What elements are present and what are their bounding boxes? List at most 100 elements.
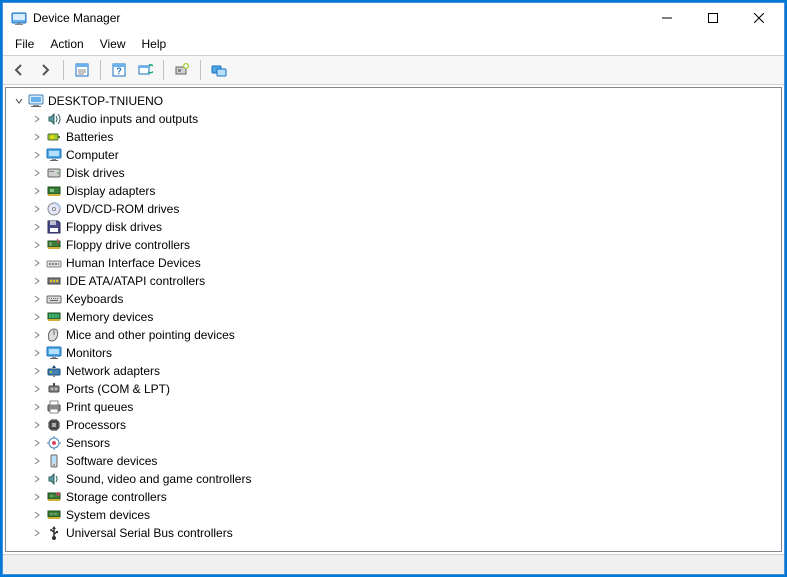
arrow-right-icon <box>37 62 53 78</box>
toolbar-separator <box>163 60 164 80</box>
disk-icon <box>46 165 62 181</box>
titlebar[interactable]: Device Manager <box>3 3 784 33</box>
properties-button[interactable] <box>70 58 94 82</box>
chevron-right-icon[interactable] <box>30 220 44 234</box>
tree-category-row[interactable]: Print queues <box>28 398 781 416</box>
chevron-right-icon[interactable] <box>30 508 44 522</box>
root-label: DESKTOP-TNIUENO <box>48 94 163 108</box>
chevron-right-icon[interactable] <box>30 472 44 486</box>
category-label: Sensors <box>66 436 110 450</box>
chevron-right-icon[interactable] <box>30 274 44 288</box>
chevron-right-icon[interactable] <box>30 418 44 432</box>
category-label: Mice and other pointing devices <box>66 328 235 342</box>
close-button[interactable] <box>736 3 782 33</box>
tree-root-node[interactable]: DESKTOP-TNIUENO <box>10 92 781 110</box>
chevron-right-icon[interactable] <box>30 184 44 198</box>
audio-icon <box>46 111 62 127</box>
chevron-right-icon[interactable] <box>30 526 44 540</box>
category-label: Keyboards <box>66 292 123 306</box>
tree-category-row[interactable]: Mice and other pointing devices <box>28 326 781 344</box>
keyboard-icon <box>46 291 62 307</box>
tree-category-row[interactable]: Storage controllers <box>28 488 781 506</box>
tree-category-row[interactable]: Keyboards <box>28 290 781 308</box>
tree-category-row[interactable]: Disk drives <box>28 164 781 182</box>
tree-category-row[interactable]: Audio inputs and outputs <box>28 110 781 128</box>
tree-category-row[interactable]: Memory devices <box>28 308 781 326</box>
category-label: Human Interface Devices <box>66 256 201 270</box>
port-icon <box>46 381 62 397</box>
chevron-right-icon[interactable] <box>30 256 44 270</box>
chevron-right-icon[interactable] <box>30 130 44 144</box>
category-label: Disk drives <box>66 166 125 180</box>
tree-category-row[interactable]: Monitors <box>28 344 781 362</box>
ide-icon <box>46 273 62 289</box>
chevron-down-icon[interactable] <box>12 94 26 108</box>
tree-category-row[interactable]: DVD/CD-ROM drives <box>28 200 781 218</box>
chevron-right-icon[interactable] <box>30 166 44 180</box>
tree-category-row[interactable]: Batteries <box>28 128 781 146</box>
category-label: Print queues <box>66 400 133 414</box>
tree-category-row[interactable]: Human Interface Devices <box>28 254 781 272</box>
tree-category-row[interactable]: Floppy disk drives <box>28 218 781 236</box>
toolbar-separator <box>200 60 201 80</box>
menu-view[interactable]: View <box>92 35 134 53</box>
tree-category-row[interactable]: Processors <box>28 416 781 434</box>
category-label: Computer <box>66 148 119 162</box>
minimize-button[interactable] <box>644 3 690 33</box>
chevron-right-icon[interactable] <box>30 436 44 450</box>
chevron-right-icon[interactable] <box>30 292 44 306</box>
chevron-right-icon[interactable] <box>30 238 44 252</box>
maximize-button[interactable] <box>690 3 736 33</box>
menubar: File Action View Help <box>3 33 784 55</box>
scan-icon <box>137 62 153 78</box>
chevron-right-icon[interactable] <box>30 148 44 162</box>
display-adapter-icon <box>46 183 62 199</box>
tree-category-row[interactable]: Sound, video and game controllers <box>28 470 781 488</box>
battery-icon <box>46 129 62 145</box>
chevron-right-icon[interactable] <box>30 346 44 360</box>
help-button[interactable] <box>107 58 131 82</box>
chevron-right-icon[interactable] <box>30 328 44 342</box>
menu-help[interactable]: Help <box>134 35 175 53</box>
tree-category-row[interactable]: System devices <box>28 506 781 524</box>
category-label: Storage controllers <box>66 490 167 504</box>
toolbar-separator <box>100 60 101 80</box>
computer-icon <box>28 93 44 109</box>
tree-category-row[interactable]: Software devices <box>28 452 781 470</box>
tree-category-row[interactable]: Computer <box>28 146 781 164</box>
menu-action[interactable]: Action <box>42 35 91 53</box>
remote-button[interactable] <box>207 58 231 82</box>
mouse-icon <box>46 327 62 343</box>
back-button[interactable] <box>7 58 31 82</box>
add-legacy-button[interactable] <box>170 58 194 82</box>
device-tree[interactable]: DESKTOP-TNIUENO Audio inputs and outputs… <box>5 87 782 552</box>
category-label: Batteries <box>66 130 113 144</box>
add-legacy-icon <box>174 62 190 78</box>
system-icon <box>46 507 62 523</box>
tree-category-row[interactable]: Ports (COM & LPT) <box>28 380 781 398</box>
category-label: System devices <box>66 508 150 522</box>
category-label: DVD/CD-ROM drives <box>66 202 179 216</box>
help-icon <box>111 62 127 78</box>
tree-category-row[interactable]: Universal Serial Bus controllers <box>28 524 781 542</box>
tree-category-row[interactable]: Network adapters <box>28 362 781 380</box>
sound-icon <box>46 471 62 487</box>
chevron-right-icon[interactable] <box>30 382 44 396</box>
app-icon <box>11 10 27 26</box>
chevron-right-icon[interactable] <box>30 400 44 414</box>
menu-file[interactable]: File <box>7 35 42 53</box>
chevron-right-icon[interactable] <box>30 490 44 504</box>
forward-button[interactable] <box>33 58 57 82</box>
tree-category-row[interactable]: Display adapters <box>28 182 781 200</box>
tree-category-row[interactable]: IDE ATA/ATAPI controllers <box>28 272 781 290</box>
scan-button[interactable] <box>133 58 157 82</box>
properties-icon <box>74 62 90 78</box>
chevron-right-icon[interactable] <box>30 364 44 378</box>
chevron-right-icon[interactable] <box>30 202 44 216</box>
tree-category-row[interactable]: Sensors <box>28 434 781 452</box>
chevron-right-icon[interactable] <box>30 454 44 468</box>
chevron-right-icon[interactable] <box>30 310 44 324</box>
chevron-right-icon[interactable] <box>30 112 44 126</box>
toolbar-separator <box>63 60 64 80</box>
tree-category-row[interactable]: Floppy drive controllers <box>28 236 781 254</box>
